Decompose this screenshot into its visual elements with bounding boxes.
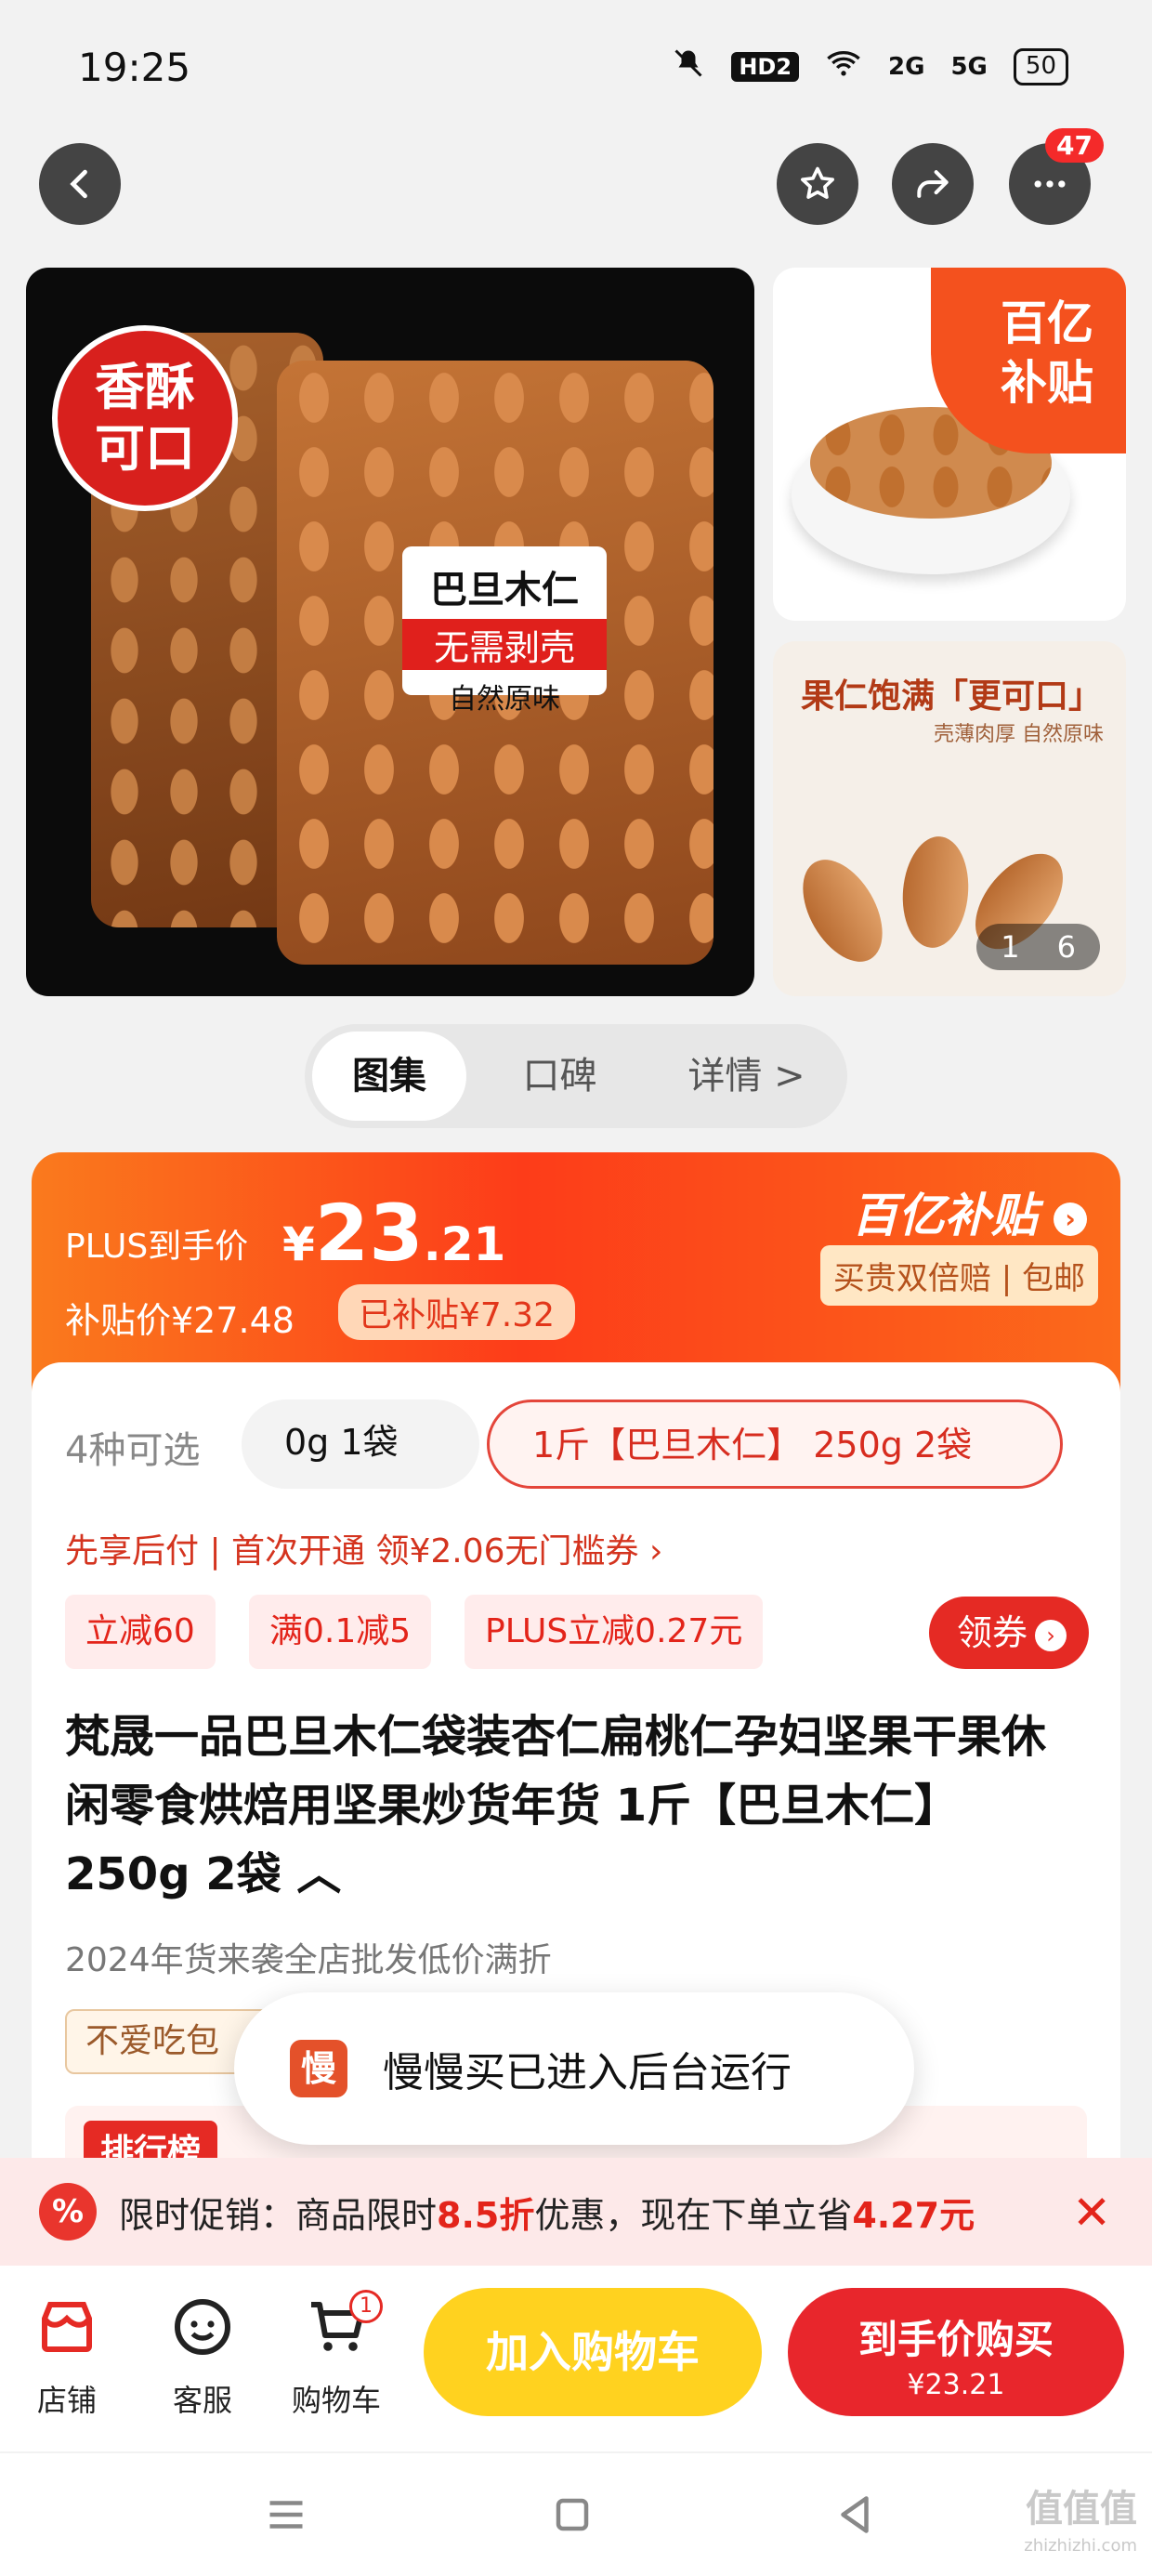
bag-label-title: 巴旦木仁 <box>430 569 579 611</box>
guarantee-tag: 买贵双倍赔 | 包邮 <box>819 1245 1098 1306</box>
status-time: 19:25 <box>78 45 191 90</box>
share-icon <box>917 170 949 198</box>
cart-button[interactable]: 1 购物车 <box>281 2290 392 2420</box>
back-button[interactable] <box>39 143 121 225</box>
store-icon <box>42 2302 92 2352</box>
notification-badge: 47 <box>1045 128 1104 163</box>
counter-total: 6 <box>1056 929 1076 965</box>
signal-5g-icon: 5G <box>950 53 988 81</box>
yi-subsidy-logo-text: 百亿补贴 <box>851 1189 1038 1242</box>
promo-prefix: 限时促销：商品限时 <box>119 2194 438 2236</box>
mute-icon <box>672 46 705 87</box>
status-bar: 19:25 HD2 2G 5G 50 <box>0 0 1152 130</box>
add-to-cart-button[interactable]: 加入购物车 <box>424 2288 762 2416</box>
more-icon <box>1034 180 1066 188</box>
system-nav-bar: 值值值 zhizhizhi.com <box>0 2453 1152 2576</box>
gallery-tabs: 图集 口碑 详情 > <box>305 1024 847 1128</box>
plus-price-label: PLUS到手价 <box>65 1228 249 1266</box>
bag-label-no-shell: 无需剥壳 <box>402 619 607 670</box>
background-toast: 慢 慢慢买已进入后台运行 <box>234 1992 914 2145</box>
spec-option-selected[interactable]: 1斤【巴旦木仁】 250g 2袋 <box>487 1400 1063 1489</box>
bottom-action-bar: 店铺 客服 1 购物车 加入购物车 到手价购买 ¥23.21 <box>0 2266 1152 2451</box>
main-product-image[interactable]: 香酥可口 巴旦木仁 无需剥壳 自然原味 <box>26 268 754 996</box>
thumb2-subtitle: 壳薄肉厚 自然原味 <box>934 723 1104 746</box>
customer-service-button[interactable]: 客服 <box>147 2293 258 2420</box>
chevron-right-icon: › <box>1035 1619 1067 1651</box>
currency-symbol: ¥ <box>282 1217 315 1271</box>
subsidy-price: 补贴价¥27.48 <box>65 1300 295 1341</box>
store-label: 店铺 <box>36 2383 97 2418</box>
watermark-sub: zhizhizhi.com <box>1024 2536 1137 2556</box>
status-icons: HD2 2G 5G 50 <box>672 46 1068 87</box>
plus-price: ¥23.21 <box>282 1188 505 1279</box>
buy-now-button[interactable]: 到手价购买 ¥23.21 <box>788 2288 1124 2416</box>
app-icon: 慢 <box>290 2040 347 2097</box>
share-button[interactable] <box>892 143 974 225</box>
chevron-right-icon: › <box>1054 1202 1087 1236</box>
get-coupon-button[interactable]: 领券 › <box>928 1597 1089 1669</box>
almond-image <box>786 846 899 976</box>
price-decimal: .21 <box>423 1217 506 1271</box>
star-icon <box>801 166 834 199</box>
percent-icon: % <box>39 2183 97 2241</box>
product-title: 梵晟一品巴旦木仁袋装杏仁扁桃仁孕妇坚果干果休闲零食烘焙用坚果炒货年货 1斤【巴旦… <box>65 1711 1047 1900</box>
get-coupon-label: 领券 <box>956 1612 1028 1653</box>
close-icon[interactable]: ✕ <box>1072 2186 1111 2240</box>
limited-promo-text: 限时促销：商品限时8.5折优惠，现在下单立省4.27元 <box>119 2187 975 2238</box>
battery-icon: 50 <box>1013 48 1068 85</box>
limited-promo-bar: % 限时促销：商品限时8.5折优惠，现在下单立省4.27元 ✕ <box>0 2158 1152 2266</box>
thumb2-title: 果仁饱满「更可口」 <box>801 677 1103 716</box>
discount-chip: PLUS立减0.27元 <box>465 1595 764 1669</box>
almond-image <box>897 834 974 951</box>
tab-details[interactable]: 详情 > <box>653 1032 840 1121</box>
red-seal-badge: 香酥可口 <box>52 325 238 511</box>
product-subtitle: 2024年货来袭全店批发低价满折 <box>65 1941 552 1979</box>
yi-tag-text: 百亿补贴 <box>1001 296 1093 410</box>
service-label: 客服 <box>172 2383 232 2418</box>
cart-count-badge: 1 <box>349 2290 383 2323</box>
watermark-main: 值值值 <box>1026 2488 1137 2530</box>
promo-save: 4.27元 <box>852 2194 975 2236</box>
buy-now-price: ¥23.21 <box>907 2369 1005 2401</box>
buy-now-label: 到手价购买 <box>857 2317 1054 2362</box>
store-button[interactable]: 店铺 <box>11 2293 123 2420</box>
tab-reviews[interactable]: 口碑 <box>466 1032 653 1121</box>
cart-label: 购物车 <box>291 2383 381 2418</box>
subsidized-amount: 已补贴¥7.32 <box>338 1284 576 1340</box>
chat-icon <box>175 2299 230 2355</box>
image-counter: 1 6 <box>976 924 1100 970</box>
spec-option[interactable]: 0g 1袋 <box>242 1400 479 1489</box>
gallery-thumb-2[interactable]: 果仁饱满「更可口」 壳薄肉厚 自然原味 1 6 <box>773 641 1126 996</box>
yi-subsidy-logo[interactable]: 百亿补贴 › <box>852 1178 1087 1245</box>
wifi-icon <box>825 47 862 86</box>
tab-gallery[interactable]: 图集 <box>312 1032 466 1121</box>
toast-message: 慢慢买已进入后台运行 <box>383 2049 792 2096</box>
gallery-thumb-1[interactable]: 百亿补贴 <box>773 268 1126 621</box>
pay-later-promo[interactable]: 先享后付 | 首次开通 领¥2.06无门槛券 › <box>65 1524 662 1572</box>
hd-icon: HD2 <box>731 52 800 82</box>
favorite-button[interactable] <box>777 143 858 225</box>
seal-text: 香酥可口 <box>95 358 195 478</box>
promo-middle: 优惠，现在下单立省 <box>534 2194 853 2236</box>
bag-label-natural: 自然原味 <box>449 683 560 716</box>
watermark: 值值值 zhizhizhi.com <box>1024 2491 1137 2565</box>
bag-label: 巴旦木仁 无需剥壳 自然原味 <box>402 546 607 716</box>
home-icon[interactable] <box>544 2487 600 2543</box>
discount-chip: 满0.1减5 <box>249 1595 432 1669</box>
menu-icon[interactable] <box>258 2487 314 2543</box>
more-button[interactable]: 47 <box>1009 128 1104 225</box>
chevron-left-icon <box>70 169 87 199</box>
promo-discount: 8.5折 <box>437 2194 535 2236</box>
signal-2g-icon: 2G <box>888 53 925 81</box>
price-integer: 23 <box>314 1188 424 1279</box>
spec-count: 4种可选 <box>65 1429 201 1472</box>
counter-current: 1 <box>1001 929 1020 965</box>
back-nav-icon[interactable] <box>827 2487 883 2543</box>
discount-chip: 立减60 <box>65 1595 216 1669</box>
